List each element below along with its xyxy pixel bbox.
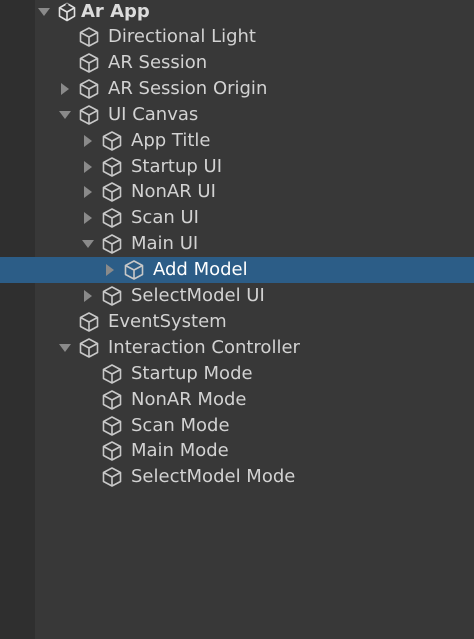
hierarchy-item-label: Add Model [153, 259, 248, 281]
gameobject-cube-icon [101, 464, 123, 490]
hierarchy-item-nonar-mode[interactable]: NonAR Mode [0, 387, 474, 413]
gameobject-cube-icon [78, 309, 100, 335]
gameobject-cube-icon [101, 128, 123, 154]
hierarchy-item-label: NonAR Mode [131, 388, 247, 410]
hierarchy-item-label: Main UI [131, 233, 199, 255]
hierarchy-item-startup-mode[interactable]: Startup Mode [0, 361, 474, 387]
collapsed-arrow-icon[interactable] [80, 283, 96, 309]
hierarchy-item-app-title[interactable]: App Title [0, 128, 474, 154]
scene-name: Ar App [81, 1, 150, 22]
hierarchy-item-label: SelectModel Mode [131, 466, 296, 488]
gameobject-cube-icon [101, 438, 123, 464]
gameobject-cube-icon [101, 205, 123, 231]
gameobject-cube-icon [101, 283, 123, 309]
hierarchy-item-ar-session[interactable]: AR Session [0, 50, 474, 76]
unity-scene-icon [56, 0, 78, 25]
hierarchy-item-label: UI Canvas [108, 103, 199, 125]
hierarchy-item-label: AR Session Origin [108, 77, 268, 99]
gameobject-cube-icon [101, 413, 123, 439]
expanded-arrow-icon[interactable] [57, 102, 73, 128]
expanded-arrow-icon[interactable] [80, 231, 96, 257]
hierarchy-item-label: AR Session [108, 51, 208, 73]
hierarchy-item-main-mode[interactable]: Main Mode [0, 438, 474, 464]
hierarchy-item-startup-ui[interactable]: Startup UI [0, 154, 474, 180]
hierarchy-item-selectmodel-ui[interactable]: SelectModel UI [0, 283, 474, 309]
gameobject-cube-icon [78, 335, 100, 361]
hierarchy-item-label: NonAR UI [131, 181, 216, 203]
hierarchy-item-ui-canvas[interactable]: UI Canvas [0, 102, 474, 128]
hierarchy-item-nonar-ui[interactable]: NonAR UI [0, 179, 474, 205]
collapsed-arrow-icon[interactable] [80, 154, 96, 180]
hierarchy-item-label: Scan UI [131, 207, 199, 229]
collapsed-arrow-icon[interactable] [80, 128, 96, 154]
hierarchy-item-label: Scan Mode [131, 414, 230, 436]
hierarchy-item-selectmodel-mode[interactable]: SelectModel Mode [0, 464, 474, 490]
scene-root-row[interactable]: Ar App [0, 0, 474, 25]
expanded-arrow-icon[interactable] [57, 335, 73, 361]
gameobject-cube-icon [101, 231, 123, 257]
hierarchy-item-add-model[interactable]: Add Model [0, 257, 474, 284]
gameobject-cube-icon [123, 257, 145, 283]
gameobject-cube-icon [78, 50, 100, 76]
hierarchy-item-label: Main Mode [131, 440, 229, 462]
gameobject-cube-icon [101, 361, 123, 387]
hierarchy-item-label: Interaction Controller [108, 336, 300, 358]
hierarchy-item-directional-light[interactable]: Directional Light [0, 24, 474, 50]
gameobject-cube-icon [78, 24, 100, 50]
hierarchy-item-scan-mode[interactable]: Scan Mode [0, 413, 474, 439]
hierarchy-panel: Ar App Directional Light AR Session AR Ses… [0, 0, 474, 639]
hierarchy-item-label: Startup UI [131, 155, 223, 177]
hierarchy-item-eventsystem[interactable]: EventSystem [0, 309, 474, 335]
hierarchy-item-label: EventSystem [108, 310, 227, 332]
gameobject-cube-icon [78, 102, 100, 128]
hierarchy-item-interaction-controller[interactable]: Interaction Controller [0, 335, 474, 361]
gameobject-cube-icon [78, 76, 100, 102]
collapsed-arrow-icon[interactable] [80, 179, 96, 205]
hierarchy-item-label: SelectModel UI [131, 285, 265, 306]
gameobject-cube-icon [101, 154, 123, 180]
hierarchy-item-scan-ui[interactable]: Scan UI [0, 205, 474, 231]
hierarchy-item-label: App Title [131, 129, 211, 151]
gameobject-cube-icon [101, 179, 123, 205]
collapsed-arrow-icon[interactable] [80, 205, 96, 231]
collapsed-arrow-icon[interactable] [102, 257, 118, 283]
hierarchy-item-label: Startup Mode [131, 362, 253, 384]
hierarchy-item-main-ui[interactable]: Main UI [0, 231, 474, 257]
gameobject-cube-icon [101, 387, 123, 413]
hierarchy-item-label: Directional Light [108, 26, 256, 47]
expanded-arrow-icon[interactable] [36, 0, 52, 25]
hierarchy-item-ar-session-origin[interactable]: AR Session Origin [0, 76, 474, 102]
collapsed-arrow-icon[interactable] [57, 76, 73, 102]
